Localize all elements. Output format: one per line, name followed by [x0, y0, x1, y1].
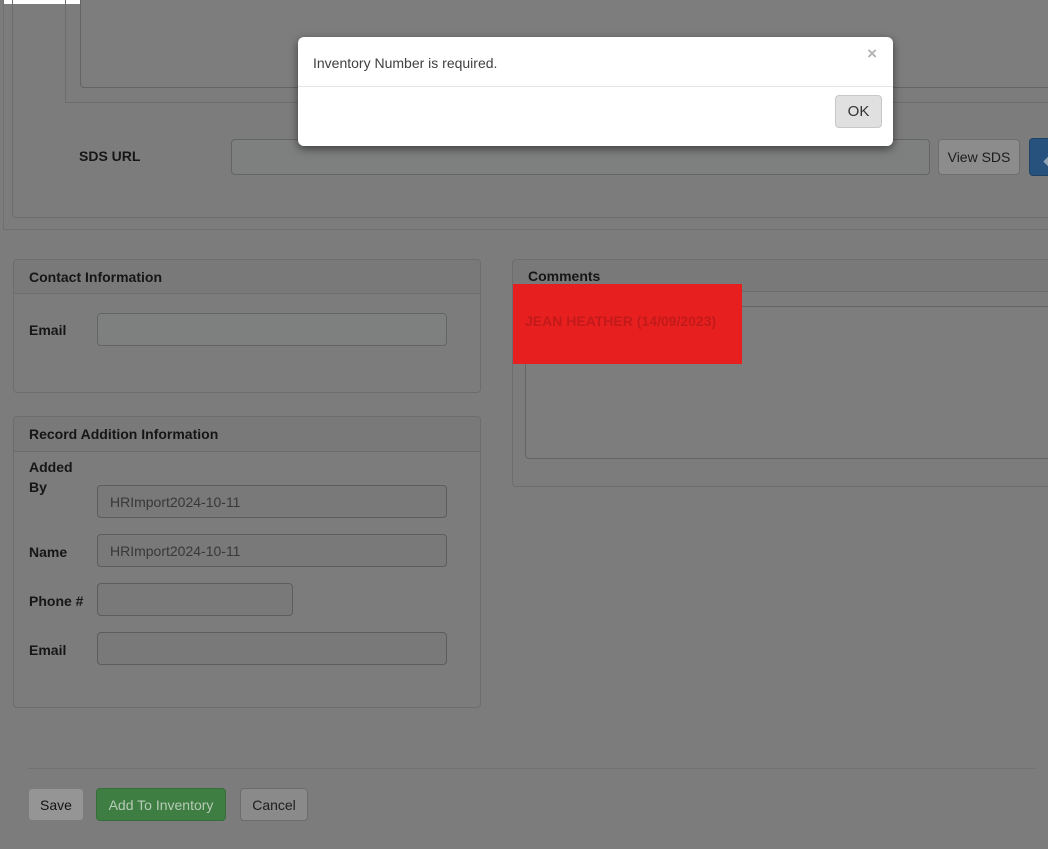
phone-label: Phone #: [29, 591, 91, 611]
alert-modal: Inventory Number is required. × OK: [298, 37, 893, 146]
modal-header: Inventory Number is required. ×: [298, 37, 893, 87]
save-button[interactable]: Save: [28, 788, 84, 821]
contact-email-label: Email: [29, 322, 66, 338]
sds-icon-button[interactable]: [1029, 138, 1048, 176]
name-label: Name: [29, 542, 91, 562]
phone-input: [97, 583, 293, 616]
contact-email-input[interactable]: [97, 313, 447, 346]
added-by-label: Added By: [29, 457, 91, 497]
modal-footer: OK: [298, 87, 893, 145]
footer-divider: [28, 768, 1035, 769]
record-email-label: Email: [29, 640, 91, 660]
contact-panel-title: Contact Information: [14, 260, 480, 294]
record-email-input: [97, 632, 447, 665]
added-by-input: [97, 485, 447, 518]
record-addition-panel: Record Addition Information Added By Nam…: [13, 416, 481, 708]
diamond-icon: [1043, 152, 1048, 170]
redaction-text: JEAN HEATHER (14/09/2023): [525, 313, 716, 329]
view-sds-button[interactable]: View SDS: [938, 139, 1020, 175]
add-to-inventory-button[interactable]: Add To Inventory: [96, 788, 226, 821]
modal-message: Inventory Number is required.: [313, 55, 497, 71]
contact-information-panel: Contact Information Email: [13, 259, 481, 393]
cancel-button[interactable]: Cancel: [240, 788, 308, 821]
sds-url-label: SDS URL: [79, 148, 140, 164]
name-input: [97, 534, 447, 567]
record-panel-title: Record Addition Information: [14, 417, 480, 452]
ok-button[interactable]: OK: [835, 95, 882, 128]
redaction-box: JEAN HEATHER (14/09/2023): [513, 284, 742, 364]
close-icon[interactable]: ×: [867, 45, 877, 62]
